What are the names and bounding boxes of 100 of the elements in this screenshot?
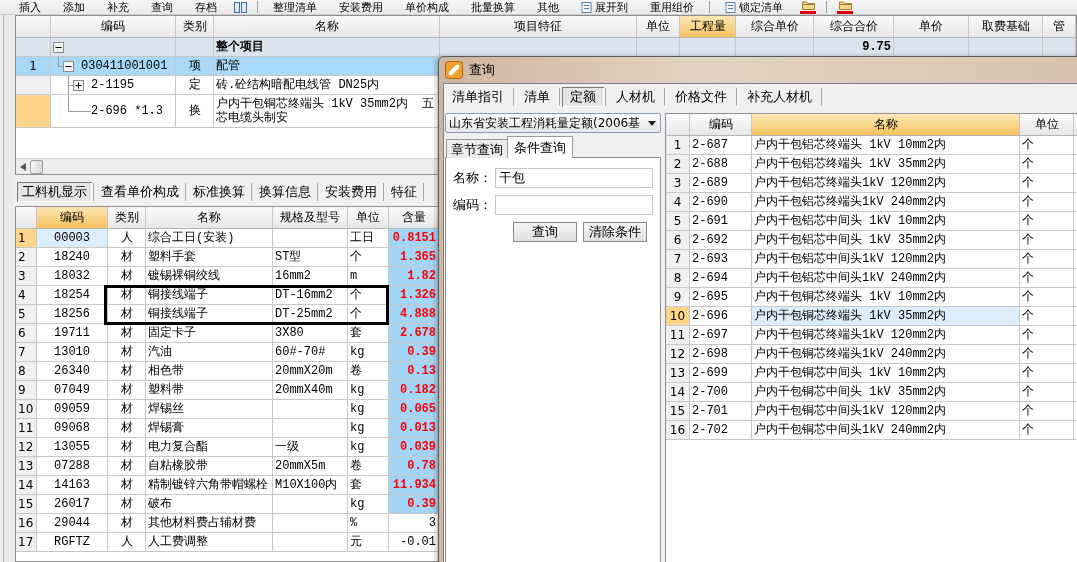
toolbar-button[interactable]: 其他 — [526, 0, 570, 14]
tab[interactable]: 补充人材机 — [739, 87, 820, 107]
tab[interactable]: 特征 — [386, 182, 422, 202]
row-header[interactable]: 16 — [16, 514, 37, 533]
toolbar-button[interactable]: 补充 — [96, 0, 140, 14]
collapse-icon[interactable] — [63, 60, 74, 72]
expand-icon[interactable] — [73, 79, 84, 91]
row-header[interactable]: 8 — [666, 269, 690, 288]
tab[interactable]: 工料机显示 — [17, 182, 92, 202]
row-header[interactable]: 9 — [666, 288, 690, 307]
row-header[interactable]: 15 — [666, 402, 690, 421]
tab[interactable]: 清单指引 — [444, 87, 512, 107]
toolbar-button[interactable]: 重用组价 — [639, 0, 705, 14]
row-header[interactable]: 6 — [666, 231, 690, 250]
column-header[interactable]: 综合合价 — [814, 16, 894, 37]
collapse-icon[interactable] — [53, 41, 64, 53]
table-cell: 固定卡子 — [146, 324, 273, 343]
folder-icon[interactable] — [801, 0, 815, 10]
toolbar-button[interactable]: 添加 — [52, 0, 96, 14]
row-header[interactable]: 7 — [16, 343, 37, 362]
tab[interactable]: 换算信息 — [254, 182, 316, 202]
column-header[interactable]: 类别 — [176, 16, 214, 37]
folder-icon[interactable] — [838, 0, 852, 10]
clear-button[interactable]: 清除条件 — [583, 222, 647, 242]
row-header[interactable]: 16 — [666, 421, 690, 440]
column-header[interactable]: 名称 — [752, 114, 1020, 135]
toolbar-button[interactable]: 插入 — [8, 0, 52, 14]
column-header[interactable]: 综合单价 — [736, 16, 814, 37]
tab[interactable]: 价格文件 — [667, 87, 735, 107]
row-header[interactable]: 1 — [16, 57, 51, 76]
row-header[interactable]: 4 — [666, 193, 690, 212]
toolbar-button[interactable]: 批量换算 — [460, 0, 526, 14]
table-cell: 20mmX5m — [273, 457, 348, 476]
row-header[interactable]: 14 — [16, 476, 37, 495]
tab[interactable]: 章节查询 — [446, 139, 508, 158]
column-header[interactable]: 名称 — [146, 207, 273, 228]
column-header[interactable]: 单位 — [348, 207, 389, 228]
row-header[interactable]: 11 — [16, 419, 37, 438]
tab[interactable]: 查看单价构成 — [96, 182, 184, 202]
row-header[interactable]: 8 — [16, 362, 37, 381]
row-header[interactable]: 10 — [666, 307, 690, 326]
row-header[interactable]: 4 — [16, 286, 37, 305]
row-header[interactable]: 17 — [16, 533, 37, 552]
column-header[interactable]: 工程量 — [680, 16, 736, 37]
toolbar-button[interactable]: 展开到 — [570, 0, 639, 14]
row-header[interactable]: 13 — [16, 457, 37, 476]
row-header[interactable]: 12 — [666, 345, 690, 364]
toolbar-button[interactable]: 查询 — [140, 0, 184, 14]
search-field[interactable] — [495, 195, 653, 215]
column-header[interactable]: 编码 — [51, 16, 176, 37]
row-header[interactable]: 1 — [16, 229, 37, 248]
tab[interactable]: 清单 — [516, 87, 558, 107]
table-cell: 材 — [108, 267, 146, 286]
scrollbar-thumb[interactable] — [30, 159, 43, 174]
row-header[interactable]: 13 — [666, 364, 690, 383]
toolbar-button[interactable]: 整理清单 — [262, 0, 328, 14]
row-header[interactable]: 3 — [16, 267, 37, 286]
row-header[interactable]: 9 — [16, 381, 37, 400]
table-cell: 13010 — [37, 343, 108, 362]
row-header[interactable]: 5 — [666, 212, 690, 231]
toolbar-button[interactable]: 安装费用 — [328, 0, 394, 14]
column-header[interactable]: 编码 — [37, 207, 108, 228]
search-button[interactable]: 查询 — [513, 222, 577, 242]
tab[interactable]: 标准换算 — [188, 182, 250, 202]
toolbar-button[interactable]: 单价构成 — [394, 0, 460, 14]
toolbar-button[interactable]: 存档 — [184, 0, 228, 14]
item-code: 030411001001 — [81, 59, 168, 73]
table-cell: 个 — [1020, 231, 1074, 250]
search-field[interactable]: 干包 — [495, 168, 653, 188]
column-header[interactable]: 名称 — [214, 16, 440, 37]
tab[interactable]: 人材机 — [608, 87, 663, 107]
column-header[interactable]: 项目特征 — [440, 16, 637, 37]
table-row[interactable]: 整个项目 9.75 — [16, 38, 1076, 57]
column-header[interactable]: 管 — [1043, 16, 1076, 37]
library-dropdown[interactable]: 山东省安装工程消耗量定额(2006基 — [445, 113, 661, 133]
row-header[interactable]: 5 — [16, 305, 37, 324]
left-arrow-icon[interactable] — [20, 162, 26, 171]
row-header[interactable]: 14 — [666, 383, 690, 402]
column-header[interactable]: 单价 — [894, 16, 969, 37]
tab[interactable]: 条件查询 — [507, 136, 573, 158]
column-header[interactable]: 类别 — [108, 207, 146, 228]
table-cell: 元 — [348, 533, 389, 552]
row-header[interactable]: 11 — [666, 326, 690, 345]
row-header[interactable]: 3 — [666, 174, 690, 193]
column-header[interactable]: 单位 — [1020, 114, 1074, 135]
tab[interactable]: 安装费用 — [320, 182, 382, 202]
table-cell: 户内干包铝芯中间头 1kV 10mm2内 — [752, 212, 1020, 231]
row-header[interactable]: 7 — [666, 250, 690, 269]
columns-icon[interactable] — [234, 1, 247, 13]
column-header[interactable]: 规格及型号 — [273, 207, 348, 228]
row-header[interactable]: 12 — [16, 438, 37, 457]
row-header[interactable]: 10 — [16, 400, 37, 419]
row-header[interactable]: 2 — [666, 155, 690, 174]
row-header[interactable]: 15 — [16, 495, 37, 514]
row-header[interactable]: 1 — [666, 136, 690, 155]
row-header[interactable]: 2 — [16, 248, 37, 267]
column-header[interactable]: 取费基础 — [969, 16, 1043, 37]
tab[interactable]: 定额 — [562, 87, 604, 107]
row-header[interactable]: 6 — [16, 324, 37, 343]
toolbar-button[interactable]: 锁定清单 — [714, 0, 794, 14]
